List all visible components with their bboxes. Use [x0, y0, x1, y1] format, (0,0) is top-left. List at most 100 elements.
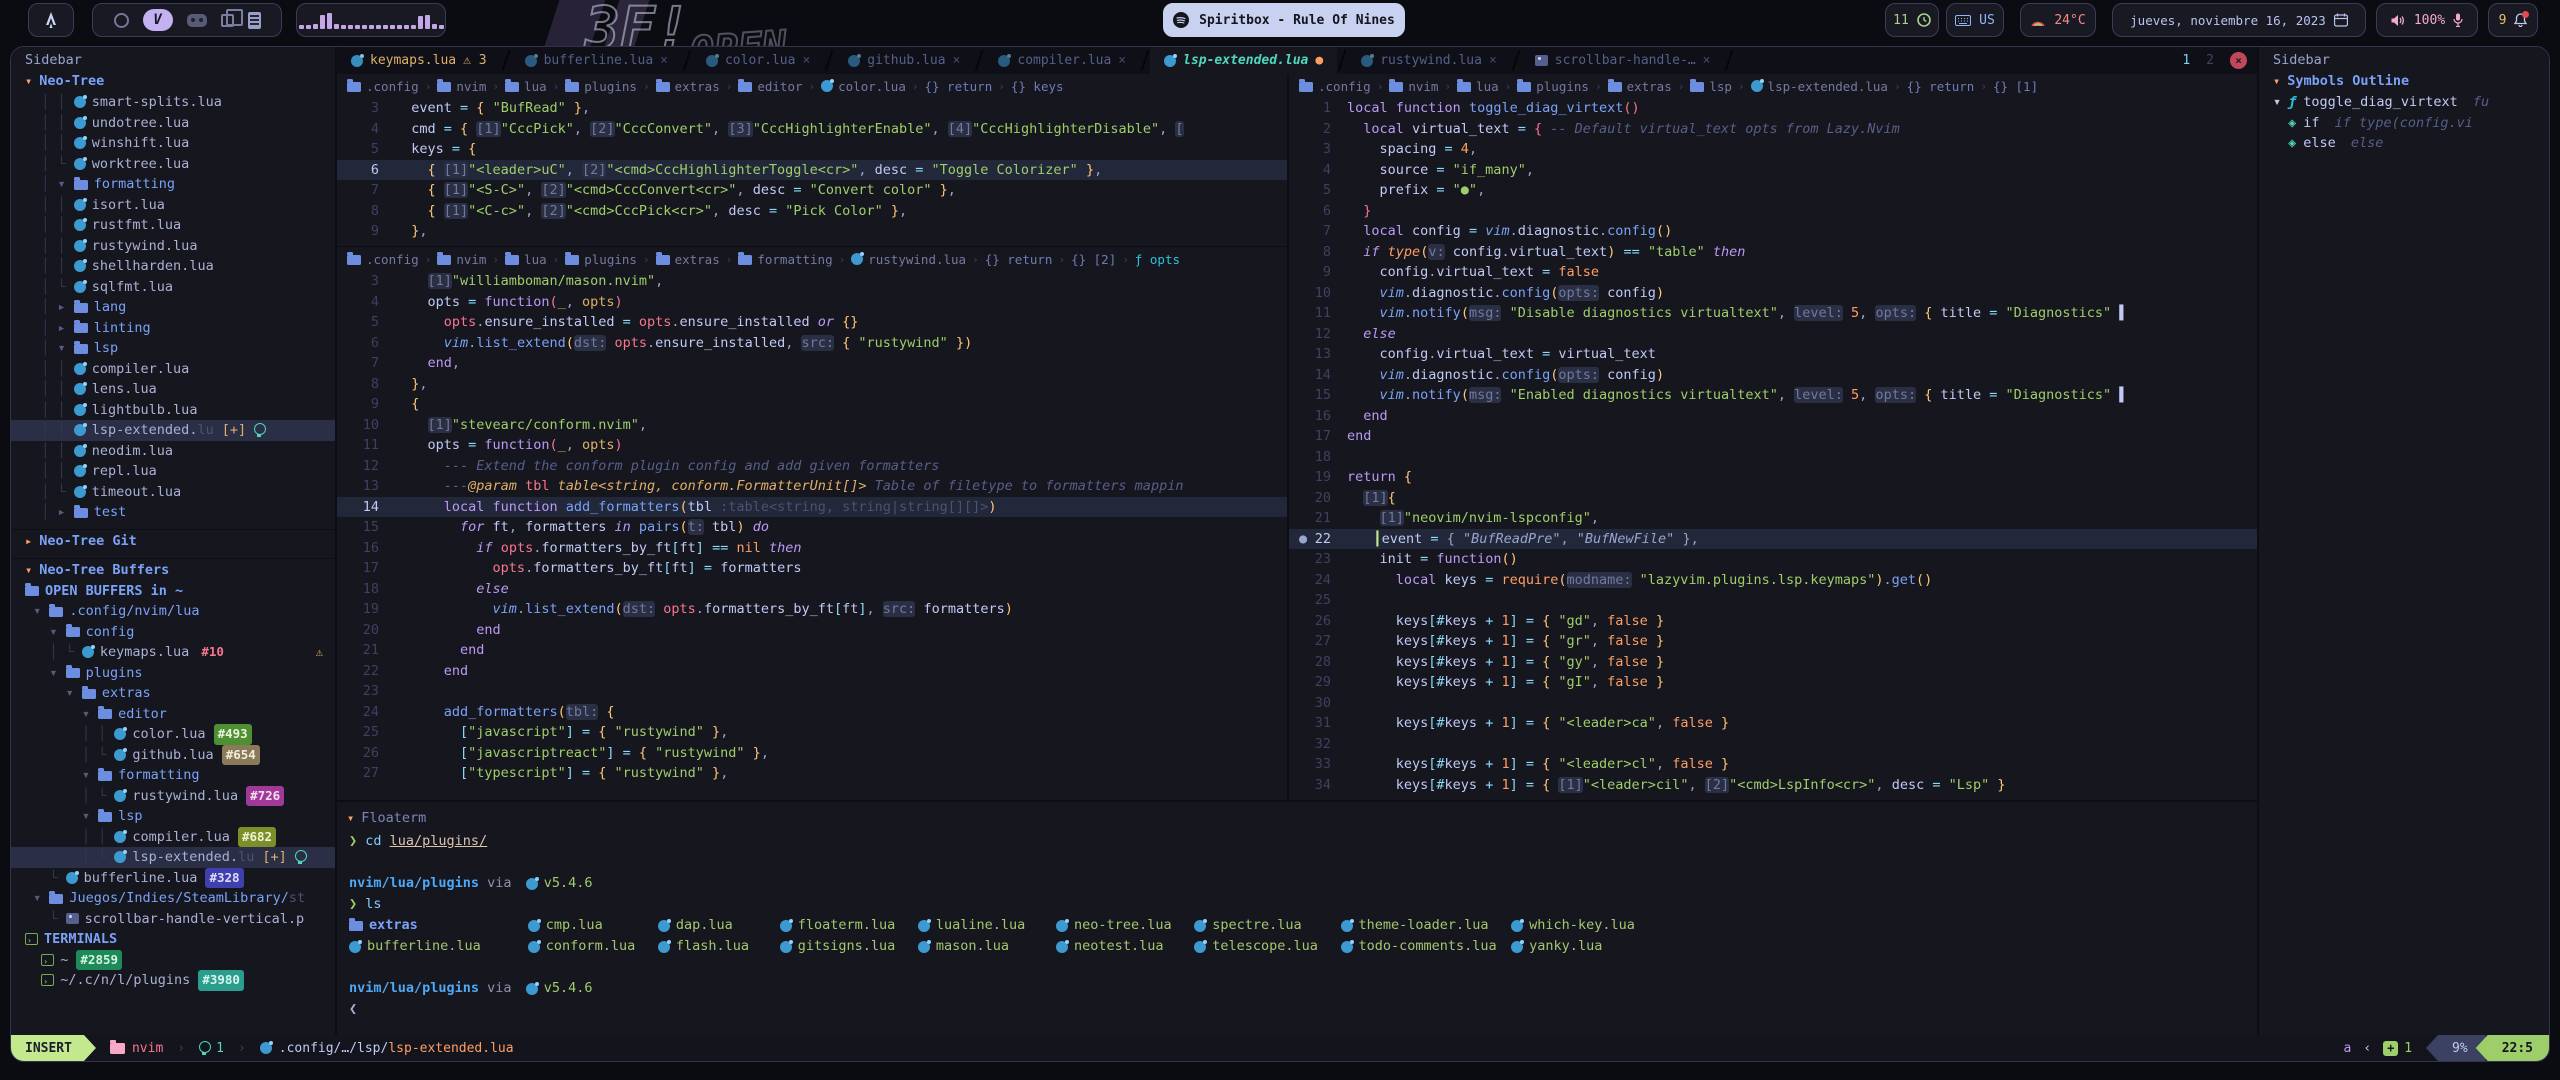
tree-row-lang[interactable]: │ ▸ lang: [11, 297, 335, 318]
tree-row-compiler.lua[interactable]: │ │ compiler.lua#682: [11, 827, 335, 848]
tree-row-keymaps.lua[interactable]: │ └ keymaps.lua#10⚠: [11, 642, 335, 663]
code-line-4[interactable]: 4 opts = function(_, opts): [337, 292, 1287, 313]
tab-bufferline.lua[interactable]: bufferline.lua×: [511, 47, 682, 74]
expander-icon[interactable]: ▾: [49, 663, 65, 684]
neotree-buffers-section-header[interactable]: ▾ Neo-Tree Buffers: [11, 558, 335, 581]
code-line-10[interactable]: 10 vim.diagnostic.config(opts: config): [1289, 283, 2257, 304]
code-line-1[interactable]: 1local function toggle_diag_virtext(): [1289, 98, 2257, 119]
breadcrumb-segment[interactable]: {} keys: [1011, 79, 1064, 94]
tree-row-lsp-extended.[interactable]: │ └ lsp-extended.lu[+]: [11, 847, 335, 868]
launcher-button[interactable]: [28, 3, 74, 37]
code-line-3[interactable]: 3 spacing = 4,: [1289, 139, 2257, 160]
breadcrumb-segment[interactable]: {} return: [1907, 79, 1975, 94]
breadcrumb-segment[interactable]: .config: [1299, 79, 1371, 94]
tree-row-timeout.lua[interactable]: │ └ timeout.lua: [11, 482, 335, 503]
tree-row-lsp[interactable]: │ ▾ lsp: [11, 338, 335, 359]
breadcrumb-segment[interactable]: lua: [1457, 79, 1499, 94]
statusline-diagnostics[interactable]: 1: [199, 1041, 224, 1056]
tree-row-bufferline.lua[interactable]: └ bufferline.lua#328: [11, 868, 335, 889]
tab-scrollbar-handle-[interactable]: scrollbar-handle-…×: [1521, 47, 1725, 74]
code-line-24[interactable]: 24 add_formatters(tbl: {: [337, 702, 1287, 723]
tree-row-winshift.lua[interactable]: │ │ winshift.lua: [11, 133, 335, 154]
code-line-28[interactable]: 28 keys[#keys + 1] = { "gy", false }: [1289, 652, 2257, 673]
tree-row-formatting[interactable]: ▾ formatting: [11, 765, 335, 786]
code-line-7[interactable]: 7 local config = vim.diagnostic.config(): [1289, 221, 2257, 242]
breadcrumb-segment[interactable]: editor: [738, 79, 802, 94]
editor-pane-color-lua[interactable]: .config›nvim›lua›plugins›extras›editor›c…: [337, 74, 1287, 246]
expander-icon[interactable]: ▾: [82, 704, 98, 725]
expander-icon[interactable]: ▾: [33, 601, 49, 622]
code-line-30[interactable]: 30: [1289, 693, 2257, 714]
code-line-9[interactable]: 9 config.virtual_text = false: [1289, 262, 2257, 283]
tab-keymaps.lua[interactable]: keymaps.lua⚠ 3: [337, 47, 501, 74]
tab-close-icon[interactable]: ×: [802, 53, 810, 68]
breadcrumb-segment[interactable]: extras: [656, 252, 720, 267]
tab-close-icon[interactable]: ×: [1703, 53, 1711, 68]
breadcrumb-segment[interactable]: lsp: [1690, 79, 1732, 94]
tree-row-config[interactable]: ▾ config: [11, 622, 335, 643]
neotree-git-section-header[interactable]: ▸ Neo-Tree Git: [11, 529, 335, 552]
notifications-widget[interactable]: 9: [2488, 3, 2538, 37]
outline-symbol-toggle_diag_virtext[interactable]: ▾ƒtoggle_diag_virtext fu: [2259, 92, 2549, 113]
expander-icon[interactable]: ▾: [58, 174, 74, 195]
breadcrumb-segment[interactable]: color.lua: [821, 79, 906, 94]
code-line-26[interactable]: 26 keys[#keys + 1] = { "gd", false }: [1289, 611, 2257, 632]
expander-icon[interactable]: ▾: [66, 683, 82, 704]
code-line-6[interactable]: 6 { [1]"<leader>uC", [2]"<cmd>CccHighlig…: [337, 160, 1287, 181]
code-line-18[interactable]: 18 else: [337, 579, 1287, 600]
code-line-8[interactable]: 8 if type(v: config.virtual_text) == "ta…: [1289, 242, 2257, 263]
code-line-10[interactable]: 10 [1]"stevearc/conform.nvim",: [337, 415, 1287, 436]
breadcrumb-segment[interactable]: plugins: [565, 252, 637, 267]
code-line-15[interactable]: 15 vim.notify(msg: "Enabled diagnostics …: [1289, 385, 2257, 406]
code-line-5[interactable]: 5 keys = {: [337, 139, 1287, 160]
workspace-vim-active[interactable]: V: [143, 9, 173, 31]
tree-row-lens.lua[interactable]: │ │ lens.lua: [11, 379, 335, 400]
expander-icon[interactable]: ▸: [58, 502, 74, 523]
expander-icon[interactable]: ▸: [58, 297, 74, 318]
code-line-12[interactable]: 12 else: [1289, 324, 2257, 345]
statusline-cwd[interactable]: nvim: [110, 1041, 163, 1056]
breadcrumb-segment[interactable]: extras: [1608, 79, 1672, 94]
tree-row-sqlfmt.lua[interactable]: │ └ sqlfmt.lua: [11, 277, 335, 298]
code-line-22[interactable]: 22● ▎event = { "BufReadPre", "BufNewFile…: [1289, 529, 2257, 550]
tree-row-openbuffersin[interactable]: OPEN BUFFERS in ~: [11, 581, 335, 602]
tree-row-lightbulb.lua[interactable]: │ │ lightbulb.lua: [11, 400, 335, 421]
code-line-34[interactable]: 34 keys[#keys + 1] = { [1]"<leader>cil",…: [1289, 775, 2257, 796]
expander-icon[interactable]: ▾: [58, 338, 74, 359]
tabpage-2[interactable]: 2: [2206, 53, 2214, 68]
breadcrumb-segment[interactable]: .config: [347, 79, 419, 94]
code-line-24[interactable]: 24 local keys = require(modname: "lazyvi…: [1289, 570, 2257, 591]
code-line-22[interactable]: 22 end: [337, 661, 1287, 682]
editor-pane-lsp-extended-lua[interactable]: .config›nvim›lua›plugins›extras›lsp›lsp-…: [1289, 74, 2257, 800]
code-line-23[interactable]: 23: [337, 681, 1287, 702]
tree-row-color.lua[interactable]: │ │ color.lua#493: [11, 724, 335, 745]
tree-row-juegosindiessteamlibrary[interactable]: ▾ Juegos/Indies/SteamLibrary/st: [11, 888, 335, 909]
tree-row-formatting[interactable]: │ ▾ formatting: [11, 174, 335, 195]
tree-row-neodim.lua[interactable]: │ │ neodim.lua: [11, 441, 335, 462]
tree-row-repl.lua[interactable]: │ │ repl.lua: [11, 461, 335, 482]
tab-lsp-extended.lua[interactable]: lsp-extended.lua●: [1150, 47, 1337, 74]
expander-icon[interactable]: ▾: [82, 806, 98, 827]
breadcrumb-segment[interactable]: nvim: [1389, 79, 1438, 94]
tree-row-scrollbar-handle-vertical.p[interactable]: └ scrollbar-handle-vertical.p: [11, 909, 335, 930]
code-line-17[interactable]: 17 opts.formatters_by_ft[ft] = formatter…: [337, 558, 1287, 579]
code-line-4[interactable]: 4 source = "if_many",: [1289, 160, 2257, 181]
workspace-windows-icon[interactable]: [221, 14, 234, 27]
breadcrumb-segment[interactable]: lua: [505, 79, 547, 94]
breadcrumb-segment[interactable]: formatting: [738, 252, 832, 267]
code-line-16[interactable]: 16 end: [1289, 406, 2257, 427]
tree-row-shellharden.lua[interactable]: │ │ shellharden.lua: [11, 256, 335, 277]
tab-compiler.lua[interactable]: compiler.lua×: [984, 47, 1140, 74]
code-line-33[interactable]: 33 keys[#keys + 1] = { "<leader>cl", fal…: [1289, 754, 2257, 775]
code-line-13[interactable]: 13 ---@param tbl table<string, conform.F…: [337, 476, 1287, 497]
code-line-5[interactable]: 5 prefix = "●",: [1289, 180, 2257, 201]
code-line-16[interactable]: 16 if opts.formatters_by_ft[ft] == nil t…: [337, 538, 1287, 559]
tab-close-icon[interactable]: ×: [1118, 53, 1126, 68]
code-line-8[interactable]: 8 { [1]"<C-c>", [2]"<cmd>CccPick<cr>", d…: [337, 201, 1287, 222]
tree-row-rustywind.lua[interactable]: │ └ rustywind.lua#726: [11, 786, 335, 807]
code-line-27[interactable]: 27 keys[#keys + 1] = { "gr", false }: [1289, 631, 2257, 652]
workspace-browser-icon[interactable]: [114, 13, 129, 28]
cpu-graph-widget[interactable]: [296, 3, 446, 37]
tree-row-plugins[interactable]: ▾ plugins: [11, 663, 335, 684]
tab-close-icon[interactable]: ×: [953, 53, 961, 68]
